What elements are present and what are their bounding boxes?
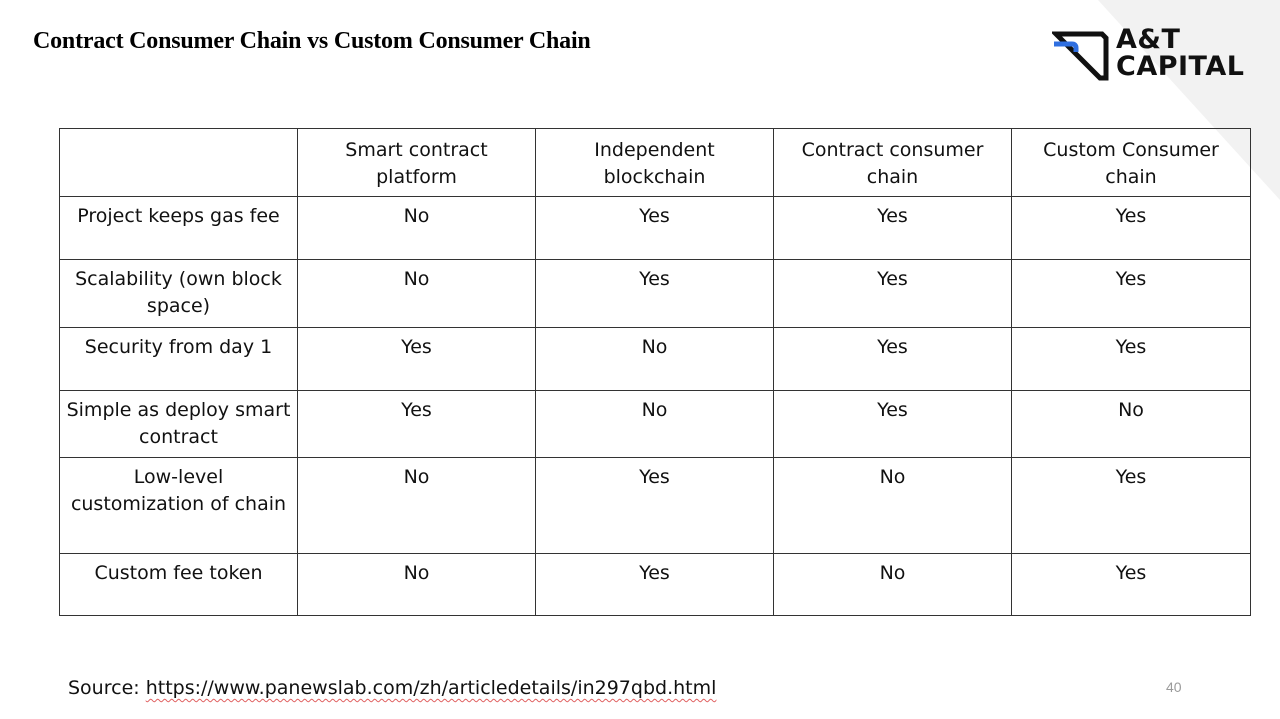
cell-value: Yes	[297, 327, 536, 391]
column-header: Smart contract platform	[297, 128, 536, 197]
cell-value: No	[535, 327, 774, 391]
cell-value: Yes	[535, 259, 774, 328]
cell-value: Yes	[535, 457, 774, 554]
logo-line-1: A&T	[1116, 24, 1181, 55]
column-header: Independent blockchain	[535, 128, 774, 197]
source-citation: Source: https://www.panewslab.com/zh/art…	[68, 677, 716, 699]
column-header	[59, 128, 298, 197]
page-number: 40	[1166, 679, 1182, 695]
source-prefix: Source:	[68, 677, 146, 699]
cell-value: Yes	[535, 196, 774, 260]
cell-value: Yes	[1011, 553, 1251, 616]
cell-value: Yes	[773, 259, 1012, 328]
table-row: Scalability (own block space) No Yes Yes…	[59, 259, 1251, 328]
cell-value: Yes	[773, 196, 1012, 260]
table-row: Project keeps gas fee No Yes Yes Yes	[59, 196, 1251, 260]
source-link[interactable]: https://www.panewslab.com/zh/articledeta…	[146, 677, 717, 699]
column-header: Custom Consumer chain	[1011, 128, 1251, 197]
cell-value: Yes	[297, 390, 536, 458]
cell-value: Yes	[773, 327, 1012, 391]
table-row: Custom fee token No Yes No Yes	[59, 553, 1251, 616]
table-row: Low-level customization of chain No Yes …	[59, 457, 1251, 554]
cell-value: Yes	[1011, 196, 1251, 260]
cell-value: Yes	[1011, 327, 1251, 391]
slide-title: Contract Consumer Chain vs Custom Consum…	[33, 28, 591, 54]
cell-value: No	[1011, 390, 1251, 458]
cell-value: Yes	[773, 390, 1012, 458]
row-label: Custom fee token	[59, 553, 298, 616]
table-row: Security from day 1 Yes No Yes Yes	[59, 327, 1251, 391]
row-label: Scalability (own block space)	[59, 259, 298, 328]
cell-value: No	[297, 196, 536, 260]
cell-value: No	[297, 457, 536, 554]
logo-line-2: CAPITAL	[1116, 51, 1245, 82]
column-header: Contract consumer chain	[773, 128, 1012, 197]
cell-value: No	[535, 390, 774, 458]
cell-value: No	[297, 259, 536, 328]
comparison-table: Smart contract platform Independent bloc…	[59, 128, 1251, 616]
table-header-row: Smart contract platform Independent bloc…	[59, 128, 1251, 197]
cell-value: Yes	[535, 553, 774, 616]
row-label: Low-level customization of chain	[59, 457, 298, 554]
cell-value: No	[773, 457, 1012, 554]
cell-value: Yes	[1011, 259, 1251, 328]
brand-logo: A&T CAPITAL	[1052, 24, 1267, 86]
cell-value: No	[773, 553, 1012, 616]
cell-value: Yes	[1011, 457, 1251, 554]
cell-value: No	[297, 553, 536, 616]
table-row: Simple as deploy smart contract Yes No Y…	[59, 390, 1251, 458]
at-capital-logo-icon	[1052, 31, 1109, 81]
row-label: Project keeps gas fee	[59, 196, 298, 260]
row-label: Simple as deploy smart contract	[59, 390, 298, 458]
row-label: Security from day 1	[59, 327, 298, 391]
